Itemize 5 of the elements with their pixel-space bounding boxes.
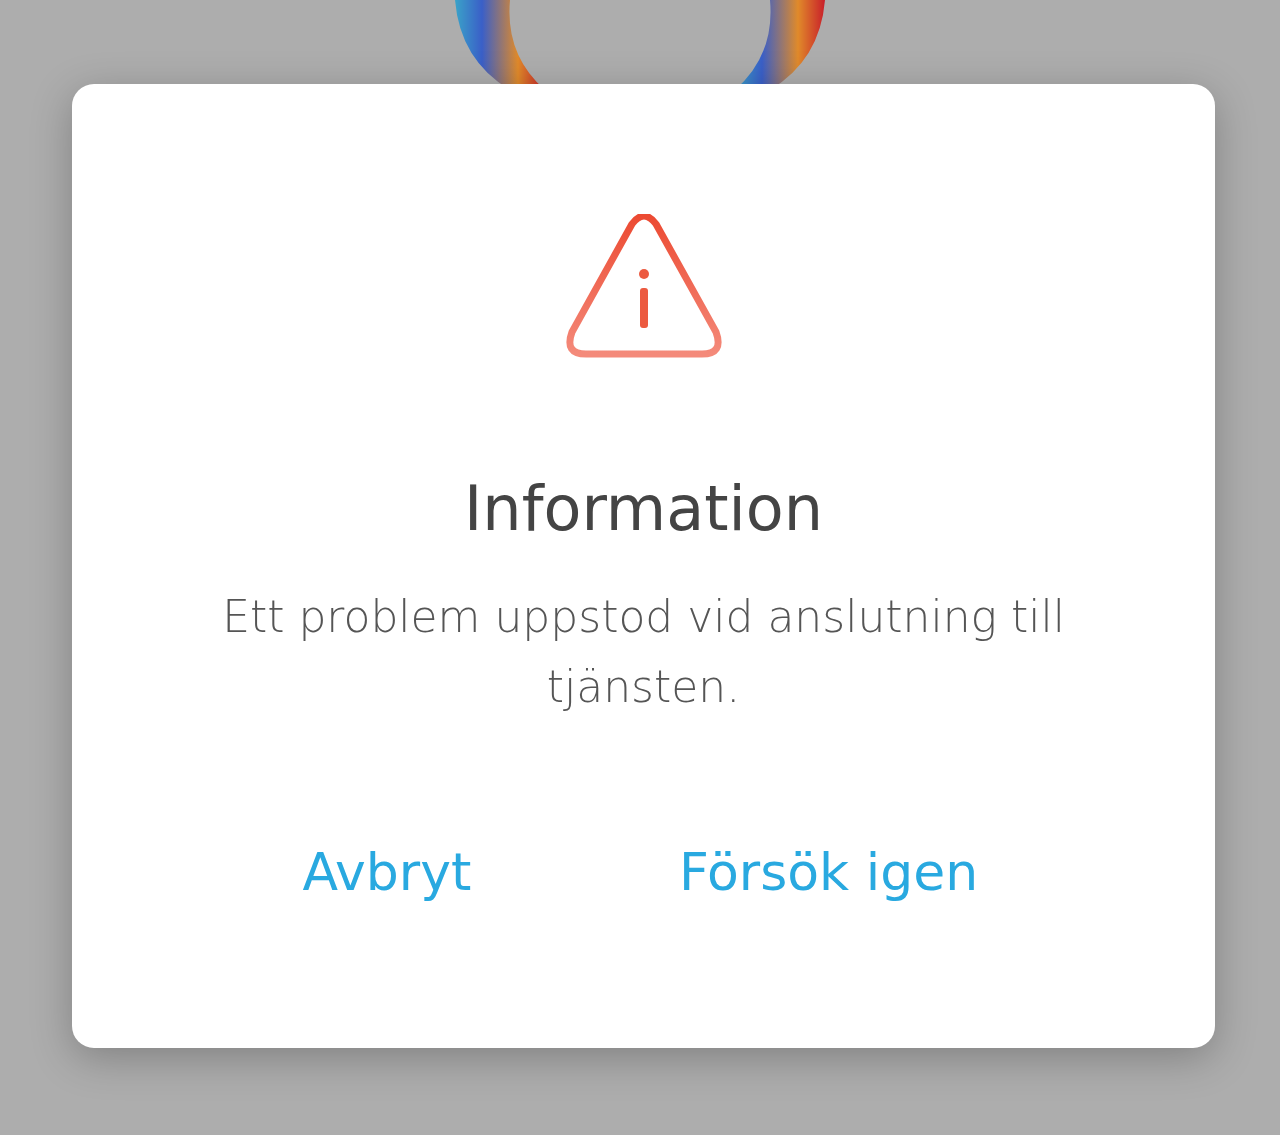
dialog-message: Ett problem uppstod vid anslutning till tjänsten. — [221, 590, 1066, 714]
retry-button[interactable]: Försök igen — [592, 832, 1215, 912]
warning-icon — [565, 214, 722, 360]
dialog-title: Information — [464, 478, 823, 540]
cancel-button[interactable]: Avbryt — [72, 832, 592, 912]
